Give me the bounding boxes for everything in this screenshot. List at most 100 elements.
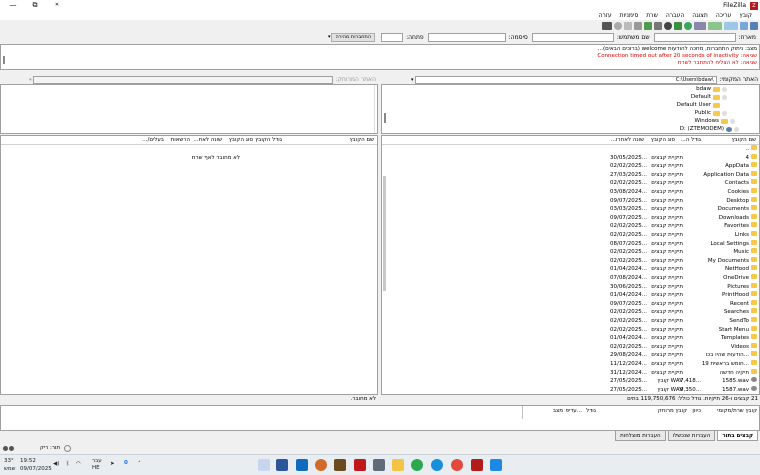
tree-expander-icon[interactable] (722, 94, 727, 100)
outlook-icon[interactable] (296, 459, 308, 471)
mail-icon[interactable] (373, 459, 385, 471)
toggle-remote-tree-icon[interactable] (708, 21, 722, 30)
queue-col-remote[interactable]: קובץ מרוחק (658, 408, 687, 414)
binoculars-icon[interactable] (602, 21, 612, 30)
start-button-icon[interactable] (490, 459, 502, 471)
disconnect-icon[interactable] (654, 21, 662, 30)
file-row[interactable]: תיקיה חדשה תיקיית קבצים 31/12/2024... (382, 368, 759, 378)
search-icon[interactable] (614, 21, 622, 30)
tab-successful-transfers[interactable]: העברות מוצלחות (615, 431, 666, 441)
word-icon[interactable] (276, 459, 288, 471)
refresh-icon[interactable] (684, 21, 692, 30)
chrome-icon[interactable] (451, 459, 463, 471)
column-filename[interactable]: שם הקובץ (732, 137, 756, 143)
file-row[interactable]: Videos תיקיית קבצים 02/02/2025... (382, 342, 759, 352)
column-filetype[interactable]: סוג הקובץ (229, 137, 253, 143)
file-row[interactable]: הודעות שהיו בכו... תיקיית קבצים 29/08/2024… (382, 351, 759, 360)
copilot-icon[interactable] (258, 459, 270, 471)
menu-help[interactable]: עזרה (598, 12, 611, 19)
wifi-icon[interactable]: ◠ (76, 461, 81, 467)
file-row[interactable]: חומש בראשית 19... תיקיית קבצים 11/12/2024.… (382, 360, 759, 369)
location-icon[interactable]: ➤ (110, 461, 115, 467)
process-queue-icon[interactable] (674, 21, 682, 30)
file-row[interactable]: My Documents תיקיית קבצים 02/02/2025... (382, 256, 759, 266)
bluetooth-icon[interactable]: ᛒ (66, 461, 69, 467)
directory-filter-icon[interactable] (634, 21, 642, 30)
menu-file[interactable]: קובץ (739, 12, 752, 19)
store-icon[interactable] (315, 459, 327, 471)
tree-item[interactable]: D: (ZTEMODEM) (680, 125, 739, 133)
file-row[interactable]: Desktop תיקיית קבצים 09/07/2025... (382, 196, 759, 206)
file-row[interactable]: Documents תיקיית קבצים 03/03/2025... (382, 205, 759, 214)
onedrive-icon[interactable]: 0 (124, 460, 128, 466)
remote-path-input[interactable] (32, 75, 333, 84)
toggle-queue-icon[interactable] (694, 21, 706, 30)
file-row[interactable]: Pictures תיקיית קבצים 30/06/2025... (382, 282, 759, 292)
file-row[interactable]: .. (382, 145, 759, 154)
file-row[interactable]: Downloads תיקיית קבצים 09/07/2025... (382, 213, 759, 223)
queue-col-direction[interactable]: כיוון (692, 408, 701, 414)
file-row[interactable]: Start Menu תיקיית קבצים 02/02/2025... (382, 325, 759, 335)
clock-date[interactable]: 09/07/2025 (20, 466, 52, 472)
queue-col-size[interactable]: גודל (586, 408, 596, 414)
local-path-input[interactable]: C:\Users\bdaw\ (414, 75, 717, 84)
mcafee-icon[interactable] (354, 459, 366, 471)
clock-time[interactable]: 19:52 (20, 458, 36, 464)
explorer-icon[interactable] (392, 459, 404, 471)
column-owner[interactable]: בעלים/... (142, 137, 164, 143)
queue-col-local[interactable]: קובץ שרת/מקומי (717, 408, 757, 414)
browser-icon[interactable] (411, 459, 423, 471)
file-row[interactable]: PrintHood תיקיית קבצים 01/04/2024... (382, 291, 759, 300)
file-row[interactable]: Links תיקיית קבצים 02/02/2025... (382, 231, 759, 240)
tree-item[interactable]: Windows (694, 117, 735, 125)
file-row[interactable]: 4 תיקיית קבצים 30/05/2025... (382, 153, 759, 163)
menu-server[interactable]: שרת (646, 12, 658, 19)
local-path-dropdown-icon[interactable]: ▾ (411, 77, 414, 83)
column-modified[interactable]: שונה לאחרו... (611, 137, 644, 143)
tree-expander-icon[interactable] (730, 118, 735, 124)
menu-transfer[interactable]: העברה (666, 12, 684, 19)
tree-expander-icon[interactable] (722, 86, 727, 92)
file-row[interactable]: Searches תיקיית קבצים 02/02/2025... (382, 308, 759, 317)
column-modified[interactable]: שונה לאח... (193, 137, 222, 143)
file-row[interactable]: Templates תיקיית קבצים 01/04/2024... (382, 334, 759, 343)
file-row[interactable]: OneDrive תיקיית קבצים 07/08/2024... (382, 274, 759, 283)
password-input[interactable] (427, 32, 506, 42)
column-filetype[interactable]: סוג הקובץ (651, 137, 675, 143)
column-permissions[interactable]: הרשאות (171, 137, 190, 143)
weather-temp[interactable]: 33° (4, 458, 14, 464)
filezilla-taskbar-icon[interactable] (471, 459, 483, 471)
menu-edit[interactable]: עריכה (716, 12, 732, 19)
quickconnect-button[interactable]: התחברות מהירה (331, 32, 376, 42)
toggle-local-tree-icon[interactable] (724, 21, 738, 30)
file-row[interactable]: Contacts תיקיית קבצים 02/02/2025... (382, 179, 759, 188)
quickconnect-dropdown-icon[interactable]: ▾ (328, 34, 331, 40)
edge-icon[interactable] (431, 459, 443, 471)
close-button[interactable]: ✕ (46, 0, 68, 11)
show-hidden-icons[interactable]: ˄ (138, 461, 141, 467)
minimize-button[interactable]: — (2, 0, 24, 11)
app-icon[interactable] (334, 459, 346, 471)
file-row[interactable]: Recent תיקיית קבצים 09/07/2025... (382, 299, 759, 309)
column-filesize[interactable]: גודל ה... (681, 137, 701, 143)
file-row[interactable]: SendTo תיקיית קבצים 02/02/2025... (382, 317, 759, 326)
tree-scrollbar[interactable] (374, 85, 375, 133)
file-row[interactable]: Favorites תיקיית קבצים 02/02/2025... (382, 222, 759, 231)
file-row[interactable]: AppData תיקיית קבצים 02/02/2025... (382, 162, 759, 171)
column-filename[interactable]: שם הקובץ (350, 137, 374, 143)
menu-view[interactable]: תצוגה (692, 12, 708, 19)
tree-expander-icon[interactable] (722, 110, 727, 116)
tree-expander-icon[interactable] (734, 126, 739, 132)
tree-item[interactable]: Default (691, 93, 727, 101)
remote-path-dropdown-icon[interactable]: ▾ (29, 77, 32, 83)
language-indicator[interactable]: עבר HE (92, 458, 102, 472)
host-input[interactable] (653, 32, 736, 42)
splitter-handle[interactable] (3, 56, 5, 64)
queue-col-status[interactable]: מצב (553, 408, 563, 414)
tree-item[interactable]: bdaw (696, 85, 727, 93)
username-input[interactable] (531, 32, 614, 42)
tree-scrollbar[interactable] (384, 113, 386, 123)
port-input[interactable] (381, 32, 404, 42)
tab-queued-files[interactable]: קבצים בתור (717, 431, 758, 441)
file-row[interactable]: Local Settings תיקיית קבצים 08/07/2025... (382, 239, 759, 249)
